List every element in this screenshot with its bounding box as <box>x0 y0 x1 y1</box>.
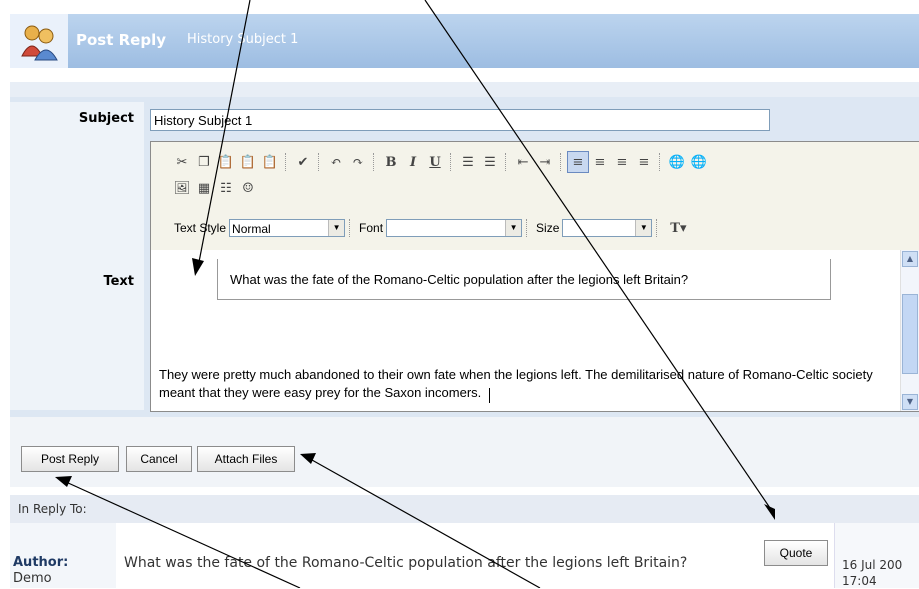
insert-image-icon[interactable]: 🖼 <box>171 177 193 199</box>
align-justify-icon[interactable]: ≡ <box>633 151 655 173</box>
users-icon <box>10 14 68 68</box>
editor-content[interactable]: What was the fate of the Romano-Celtic p… <box>151 250 901 411</box>
subject-label: Subject <box>78 111 134 126</box>
copy-icon[interactable]: ❐ <box>193 151 215 173</box>
chevron-down-icon[interactable]: ▼ <box>505 220 522 236</box>
underline-icon[interactable]: U <box>424 151 446 173</box>
subject-input[interactable]: History Subject 1 <box>150 109 770 131</box>
size-label: Size <box>536 221 560 235</box>
insert-table-icon[interactable]: ▦ <box>193 177 215 199</box>
rich-text-editor[interactable]: ✂ ❐ 📋 📋 📋 ✔ ↶ ↷ B I U ☰ ☰ ⇤ ⇥ ≡ ≡ ≡ ≡ 🌐 … <box>150 141 919 412</box>
post-date-time: 17:04 <box>842 574 877 588</box>
quoted-text: What was the fate of the Romano-Celtic p… <box>230 272 689 287</box>
font-select[interactable]: ▼ <box>386 219 523 237</box>
header-band <box>10 82 919 97</box>
text-style-select[interactable]: Normal ▼ <box>229 219 346 237</box>
text-style-label: Text Style <box>174 221 227 235</box>
scroll-up-icon[interactable]: ▲ <box>902 251 918 267</box>
toolbar-separator <box>659 153 662 171</box>
align-right-icon[interactable]: ≡ <box>611 151 633 173</box>
align-left-icon[interactable]: ≡ <box>567 151 589 173</box>
text-color-icon[interactable]: T▾ <box>663 217 693 239</box>
outdent-icon[interactable]: ⇤ <box>512 151 534 173</box>
toolbar-separator <box>349 219 352 237</box>
redo-icon[interactable]: ↷ <box>347 151 369 173</box>
post-date: 16 Jul 200 17:04 <box>842 557 902 589</box>
undo-icon[interactable]: ↶ <box>325 151 347 173</box>
insert-link-icon[interactable]: 🌐 <box>666 151 688 173</box>
ordered-list-icon[interactable]: ☰ <box>457 151 479 173</box>
text-style-value: Normal <box>232 222 271 236</box>
toolbar-separator <box>373 153 376 171</box>
italic-icon[interactable]: I <box>402 151 424 173</box>
align-center-icon[interactable]: ≡ <box>589 151 611 173</box>
indent-icon[interactable]: ⇥ <box>534 151 556 173</box>
bold-icon[interactable]: B <box>380 151 402 173</box>
toolbar-separator <box>318 153 321 171</box>
author-label: Author: <box>13 555 69 570</box>
editor-toolbar: ✂ ❐ 📋 📋 📋 ✔ ↶ ↷ B I U ☰ ☰ ⇤ ⇥ ≡ ≡ ≡ ≡ 🌐 … <box>151 142 919 250</box>
editor-scrollbar[interactable]: ▲ ▼ <box>900 250 919 411</box>
quote-button[interactable]: Quote <box>764 540 828 566</box>
page-title: Post Reply <box>76 31 166 49</box>
chevron-down-icon[interactable]: ▼ <box>635 220 652 236</box>
paste-icon[interactable]: 📋 <box>215 151 237 173</box>
original-post-text: What was the fate of the Romano-Celtic p… <box>124 555 688 571</box>
toolbar-separator <box>656 219 659 237</box>
horizontal-rule-icon[interactable]: ☷ <box>215 177 237 199</box>
page-header: Post Reply History Subject 1 <box>10 14 919 68</box>
toolbar-separator <box>450 153 453 171</box>
unordered-list-icon[interactable]: ☰ <box>479 151 501 173</box>
toolbar-separator <box>285 153 288 171</box>
in-reply-to-header: In Reply To: <box>10 495 919 523</box>
emoticon-icon[interactable]: ☺ <box>237 177 259 199</box>
scroll-thumb[interactable] <box>902 294 918 374</box>
page-subject: History Subject 1 <box>187 32 299 47</box>
text-label: Text <box>103 274 134 289</box>
toolbar-separator <box>505 153 508 171</box>
quoted-block: What was the fate of the Romano-Celtic p… <box>217 259 831 300</box>
paste-text-icon[interactable]: 📋 <box>237 151 259 173</box>
cancel-button[interactable]: Cancel <box>126 446 192 472</box>
cut-icon[interactable]: ✂ <box>171 151 193 173</box>
label-column <box>10 102 144 410</box>
paste-word-icon[interactable]: 📋 <box>259 151 281 173</box>
spellcheck-icon[interactable]: ✔ <box>292 151 314 173</box>
remove-link-icon[interactable]: 🌐 <box>688 151 710 173</box>
chevron-down-icon[interactable]: ▼ <box>328 220 345 236</box>
reply-text: They were pretty much abandoned to their… <box>159 367 873 400</box>
attach-files-button[interactable]: Attach Files <box>197 446 295 472</box>
text-caret <box>489 388 490 403</box>
author-name: Demo <box>13 571 52 586</box>
post-date-day: 16 Jul 200 <box>842 558 903 572</box>
scroll-down-icon[interactable]: ▼ <box>902 394 918 410</box>
size-select[interactable]: ▼ <box>562 219 653 237</box>
toolbar-separator <box>526 219 529 237</box>
post-reply-button[interactable]: Post Reply <box>21 446 119 472</box>
toolbar-separator <box>560 153 563 171</box>
font-label: Font <box>359 221 384 235</box>
